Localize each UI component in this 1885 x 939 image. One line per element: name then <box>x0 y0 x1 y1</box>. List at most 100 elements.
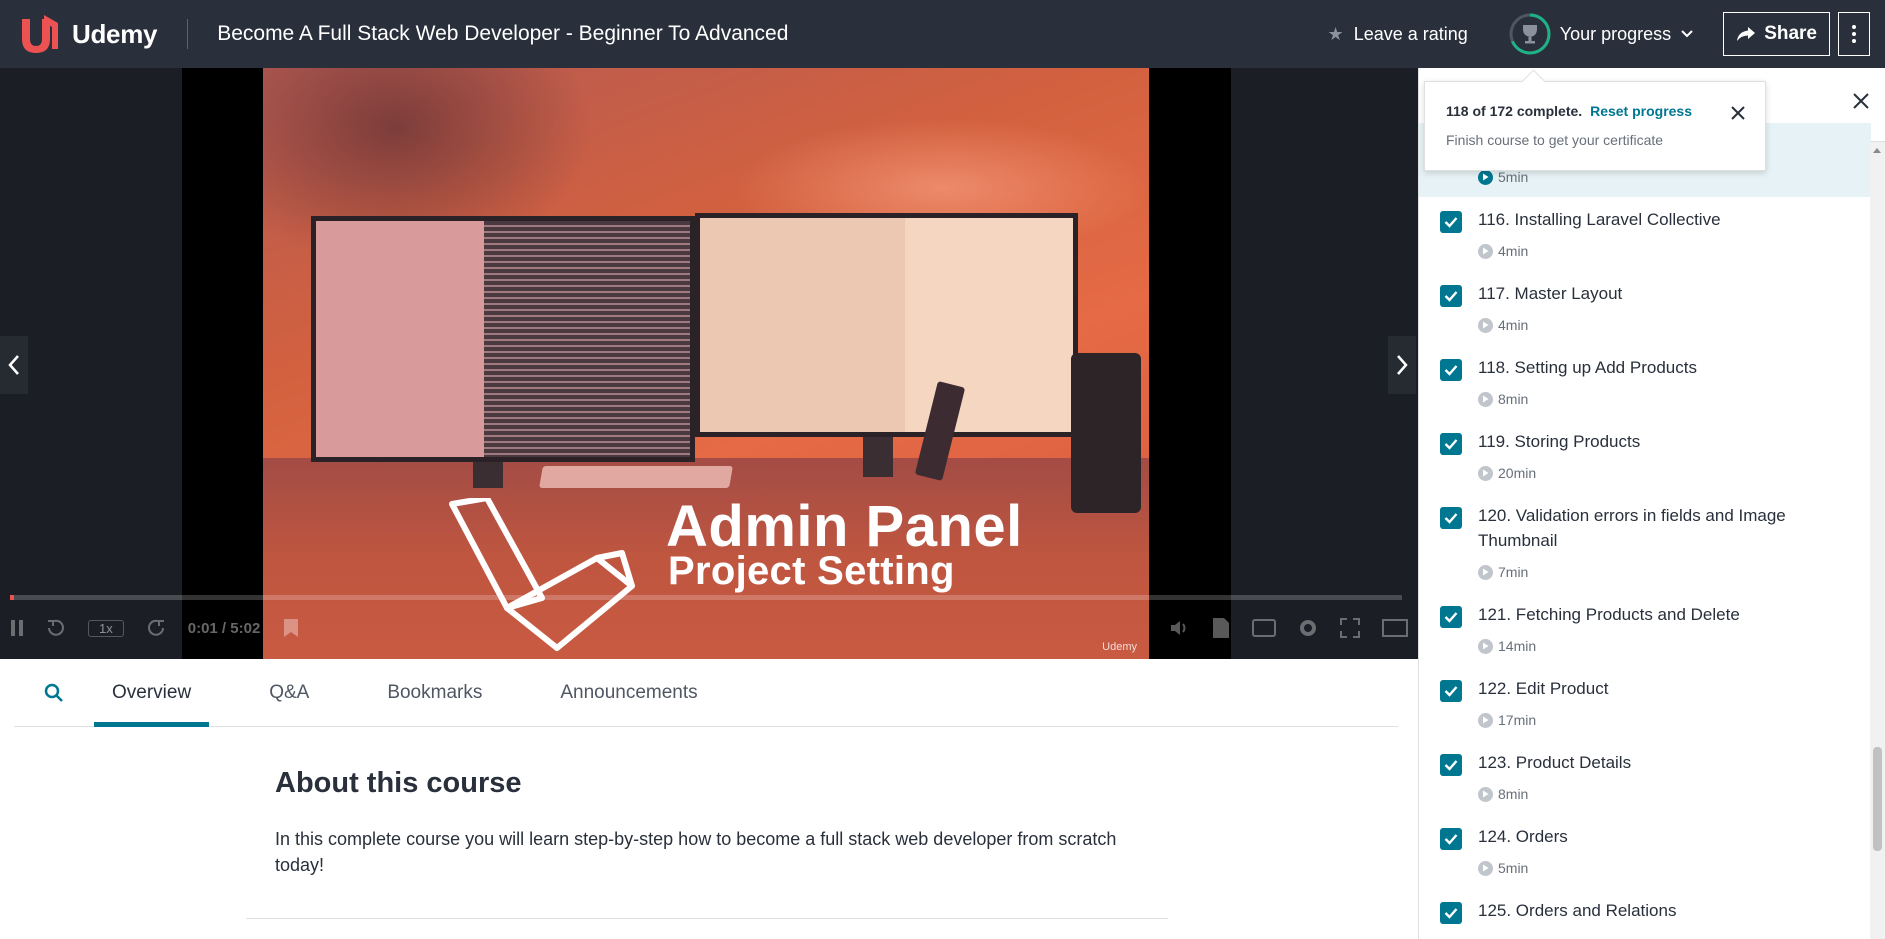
lecture-duration: 20min <box>1478 465 1536 481</box>
chevron-right-icon <box>1397 355 1408 375</box>
lecture-checkbox[interactable] <box>1440 285 1462 307</box>
tab-bookmarks[interactable]: Bookmarks <box>369 659 500 726</box>
content-tabs: Overview Q&A Bookmarks Announcements <box>14 659 1398 727</box>
more-options-button[interactable] <box>1838 12 1870 56</box>
settings-button[interactable] <box>1298 618 1318 638</box>
check-icon <box>1444 365 1458 376</box>
slide-subtitle: Project Setting <box>668 549 955 593</box>
progress-status: 118 of 172 complete. Reset progress <box>1446 103 1692 119</box>
rewind-button[interactable] <box>46 618 66 638</box>
transcript-button[interactable] <box>1212 617 1230 639</box>
previous-lecture-button[interactable] <box>0 336 28 394</box>
next-lecture-button[interactable] <box>1388 336 1416 394</box>
forward-icon <box>147 619 164 636</box>
scroll-up-icon[interactable] <box>1873 148 1881 153</box>
add-bookmark-button[interactable] <box>282 618 300 638</box>
tab-overview[interactable]: Overview <box>94 659 210 727</box>
lecture-item[interactable]: 120. Validation errors in fields and Ima… <box>1419 493 1871 592</box>
gear-icon <box>1300 620 1316 636</box>
search-icon <box>44 683 63 702</box>
play-circle-icon <box>1478 391 1493 407</box>
video-progress-fill <box>10 595 15 600</box>
udemy-logo[interactable]: Udemy <box>14 0 158 68</box>
forward-button[interactable] <box>146 618 166 638</box>
lecture-duration-text: 7min <box>1498 564 1529 580</box>
lecture-checkbox[interactable] <box>1440 754 1462 776</box>
pause-button[interactable] <box>10 619 24 637</box>
play-circle-icon <box>1478 712 1493 728</box>
lecture-duration: 4min <box>1478 317 1528 333</box>
expand-icon <box>1382 619 1408 637</box>
lecture-item[interactable]: 121. Fetching Products and Delete 14min <box>1419 592 1871 666</box>
check-icon <box>1444 217 1458 228</box>
lecture-item[interactable]: 116. Installing Laravel Collective 4min <box>1419 197 1871 271</box>
fullscreen-button[interactable] <box>1340 618 1360 638</box>
play-circle-icon <box>1478 860 1493 876</box>
leave-rating-button[interactable]: ★ Leave a rating <box>1328 24 1468 45</box>
close-icon <box>1731 106 1745 120</box>
check-icon <box>1444 291 1458 302</box>
video-time: 0:01 / 5:02 <box>187 619 261 637</box>
close-popover-button[interactable] <box>1727 102 1749 124</box>
reset-progress-link[interactable]: Reset progress <box>1590 103 1692 119</box>
lecture-duration: 7min <box>1478 564 1528 580</box>
tab-qa[interactable]: Q&A <box>251 659 327 726</box>
lecture-title: 125. Orders and Relations <box>1478 901 1677 920</box>
lecture-duration: 8min <box>1478 391 1528 407</box>
progress-popover: 118 of 172 complete. Reset progress Fini… <box>1424 81 1766 171</box>
dot-icon <box>1852 39 1856 43</box>
lecture-checkbox[interactable] <box>1440 902 1462 924</box>
about-title: About this course <box>275 767 522 799</box>
lecture-checkbox[interactable] <box>1440 359 1462 381</box>
sidebar-scrollbar[interactable] <box>1870 142 1885 939</box>
captions-button[interactable] <box>1252 619 1276 637</box>
play-circle-icon <box>1478 243 1493 259</box>
lecture-checkbox[interactable] <box>1440 507 1462 529</box>
lecture-item[interactable]: 117. Master Layout 4min <box>1419 271 1871 345</box>
close-sidebar-button[interactable] <box>1848 88 1874 114</box>
video-player[interactable]: Admin Panel Project Setting Udemy 1x 0:0… <box>0 68 1418 659</box>
lecture-title: 117. Master Layout <box>1478 284 1623 303</box>
play-circle-icon <box>1478 638 1493 654</box>
lecture-item[interactable]: 118. Setting up Add Products 8min <box>1419 345 1871 419</box>
bookmark-icon <box>284 619 299 637</box>
play-circle-icon <box>1478 317 1493 333</box>
fullscreen-icon <box>1340 618 1360 638</box>
lecture-item[interactable]: 125. Orders and Relations <box>1419 888 1871 939</box>
lecture-duration: 8min <box>1478 786 1528 802</box>
scrollbar-thumb[interactable] <box>1873 747 1882 851</box>
lecture-item[interactable]: 124. Orders 5min <box>1419 814 1871 888</box>
lecture-duration-text: 17min <box>1498 712 1537 728</box>
lecture-item[interactable]: 123. Product Details 8min <box>1419 740 1871 814</box>
play-circle-icon <box>1478 465 1493 481</box>
share-button[interactable]: Share <box>1723 12 1830 56</box>
lecture-item[interactable]: 119. Storing Products 20min <box>1419 419 1871 493</box>
lecture-checkbox[interactable] <box>1440 828 1462 850</box>
tab-announcements[interactable]: Announcements <box>542 659 715 726</box>
rewind-icon <box>48 619 64 636</box>
expand-button[interactable] <box>1382 619 1408 637</box>
lecture-title: 119. Storing Products <box>1478 432 1641 451</box>
lecture-checkbox[interactable] <box>1440 680 1462 702</box>
lecture-checkbox[interactable] <box>1440 433 1462 455</box>
lecture-title: 124. Orders <box>1478 827 1568 846</box>
video-frame: Admin Panel Project Setting Udemy <box>263 68 1149 659</box>
leave-rating-label: Leave a rating <box>1353 23 1468 44</box>
lecture-duration: 5min <box>1478 169 1528 185</box>
video-controls: 1x 0:01 / 5:02 <box>10 606 1408 650</box>
your-progress-button[interactable]: Your progress <box>1508 12 1693 56</box>
monitor-right <box>695 213 1078 437</box>
playback-speed-button[interactable]: 1x <box>88 619 124 637</box>
volume-button[interactable] <box>1170 619 1190 637</box>
lecture-item[interactable]: 122. Edit Product 17min <box>1419 666 1871 740</box>
section-divider <box>246 918 1168 919</box>
video-progress-bar[interactable] <box>10 595 1402 600</box>
lecture-duration: 14min <box>1478 638 1536 654</box>
overview-panel: About this course In this complete cours… <box>246 727 1168 939</box>
search-button[interactable] <box>14 659 94 726</box>
lecture-checkbox[interactable] <box>1440 211 1462 233</box>
course-title[interactable]: Become A Full Stack Web Developer - Begi… <box>217 22 788 46</box>
check-icon <box>1444 513 1458 524</box>
header-actions: ★ Leave a rating Your progress Share <box>1328 0 1885 68</box>
lecture-checkbox[interactable] <box>1440 606 1462 628</box>
